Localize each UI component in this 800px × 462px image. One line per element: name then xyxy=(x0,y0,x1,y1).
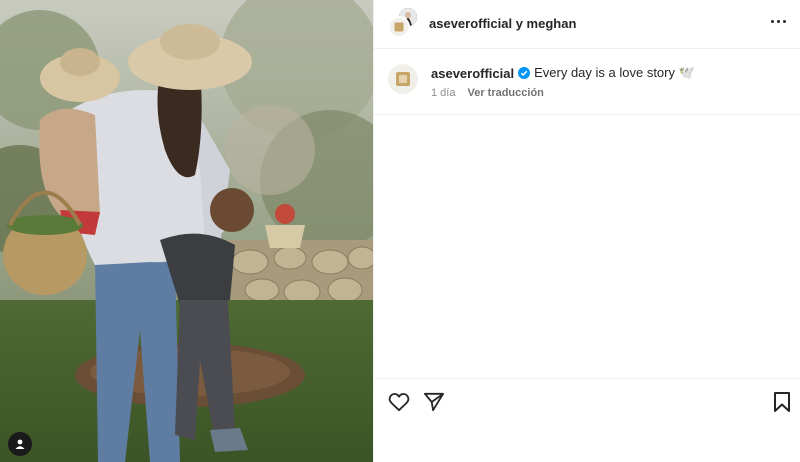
post-side-panel: aseverofficial y meghan aseverofficial E… xyxy=(373,0,800,462)
caption-text: Every day is a love story 🕊️ xyxy=(534,65,695,80)
caption-meta: 1 día Ver traducción xyxy=(431,87,544,99)
save-button[interactable] xyxy=(770,390,794,414)
translate-link[interactable]: Ver traducción xyxy=(467,87,543,99)
post-timestamp[interactable]: 1 día xyxy=(431,87,455,99)
bookmark-icon xyxy=(774,392,790,412)
caption-section: aseverofficial Every day is a love story… xyxy=(374,50,800,115)
send-icon xyxy=(423,392,444,412)
caption-username[interactable]: aseverofficial xyxy=(431,66,514,81)
asever-logo-icon xyxy=(388,64,418,94)
share-button[interactable] xyxy=(422,390,446,414)
user-tag-icon xyxy=(15,439,25,449)
header-usernames[interactable]: aseverofficial y meghan xyxy=(429,16,576,31)
like-button[interactable] xyxy=(387,390,411,414)
caption-line: aseverofficial Every day is a love story… xyxy=(431,65,695,81)
more-options-icon[interactable] xyxy=(771,20,786,23)
post-header: aseverofficial y meghan xyxy=(374,0,800,49)
caption-avatar[interactable] xyxy=(388,64,418,94)
heart-icon xyxy=(388,393,410,412)
asever-logo-icon xyxy=(390,18,408,36)
collab-avatars[interactable] xyxy=(388,6,419,39)
action-bar xyxy=(374,378,800,424)
user-tag-button[interactable] xyxy=(8,432,32,456)
post-photo[interactable] xyxy=(0,0,373,462)
garden-photo-illustration xyxy=(0,0,373,462)
verified-badge-icon xyxy=(518,67,531,79)
avatar-asever-small[interactable] xyxy=(388,16,410,38)
